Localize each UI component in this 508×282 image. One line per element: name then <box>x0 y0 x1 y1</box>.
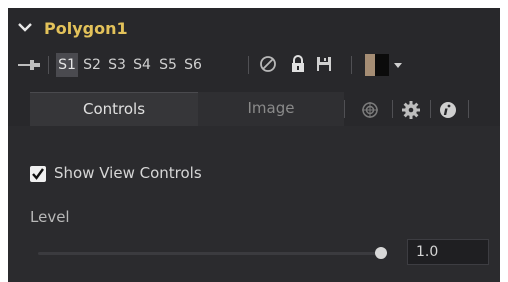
shape-button-s6[interactable]: S6 <box>182 53 204 77</box>
toolbar-separator <box>48 56 49 74</box>
tab-controls[interactable]: Controls <box>30 92 198 127</box>
settings-gear-icon[interactable] <box>401 100 421 120</box>
controls-content: Show View Controls Level 1.0 <box>8 126 500 282</box>
shape-button-s1[interactable]: S1 <box>56 53 78 77</box>
tab-image[interactable]: Image <box>198 92 344 126</box>
level-slider-thumb[interactable] <box>375 247 387 259</box>
shape-button-s5[interactable]: S5 <box>157 53 179 77</box>
shape-button-s3[interactable]: S3 <box>106 53 128 77</box>
show-view-controls-label: Show View Controls <box>54 164 202 182</box>
toolbar-separator <box>351 56 352 74</box>
modifiers-icon[interactable] <box>360 100 380 120</box>
info-icon[interactable] <box>438 100 458 120</box>
save-icon[interactable] <box>314 54 334 74</box>
lock-icon[interactable] <box>288 54 308 74</box>
shape-button-s2[interactable]: S2 <box>81 53 103 77</box>
pin-icon[interactable] <box>18 60 40 70</box>
color-swatch-primary[interactable] <box>365 54 375 76</box>
tool-title: Polygon1 <box>44 19 128 38</box>
level-label: Level <box>30 208 70 226</box>
checkmark-icon <box>32 168 44 180</box>
level-value-field[interactable]: 1.0 <box>407 239 489 265</box>
color-swatch-secondary[interactable] <box>375 54 389 76</box>
tab-image-label: Image <box>247 99 295 117</box>
tab-separator <box>392 100 393 118</box>
tool-toolbar: S1 S2 S3 S4 S5 S6 <box>8 50 500 80</box>
tab-controls-label: Controls <box>82 100 146 118</box>
disable-icon[interactable] <box>258 54 278 74</box>
toolbar-separator <box>248 56 249 74</box>
dropdown-arrow-icon[interactable] <box>394 63 402 69</box>
tab-separator <box>468 100 469 118</box>
inspector-panel: Polygon1 S1 S2 S3 S4 S5 S6 Controls Imag… <box>8 8 500 282</box>
shape-button-s4[interactable]: S4 <box>131 53 153 77</box>
show-view-controls-checkbox[interactable] <box>30 166 46 182</box>
tool-header: Polygon1 <box>8 8 500 48</box>
collapse-chevron-icon[interactable] <box>18 21 32 33</box>
tab-bar: Controls Image <box>8 86 500 127</box>
tab-separator <box>344 100 345 118</box>
tab-separator <box>430 100 431 118</box>
level-slider-track[interactable] <box>38 252 382 255</box>
